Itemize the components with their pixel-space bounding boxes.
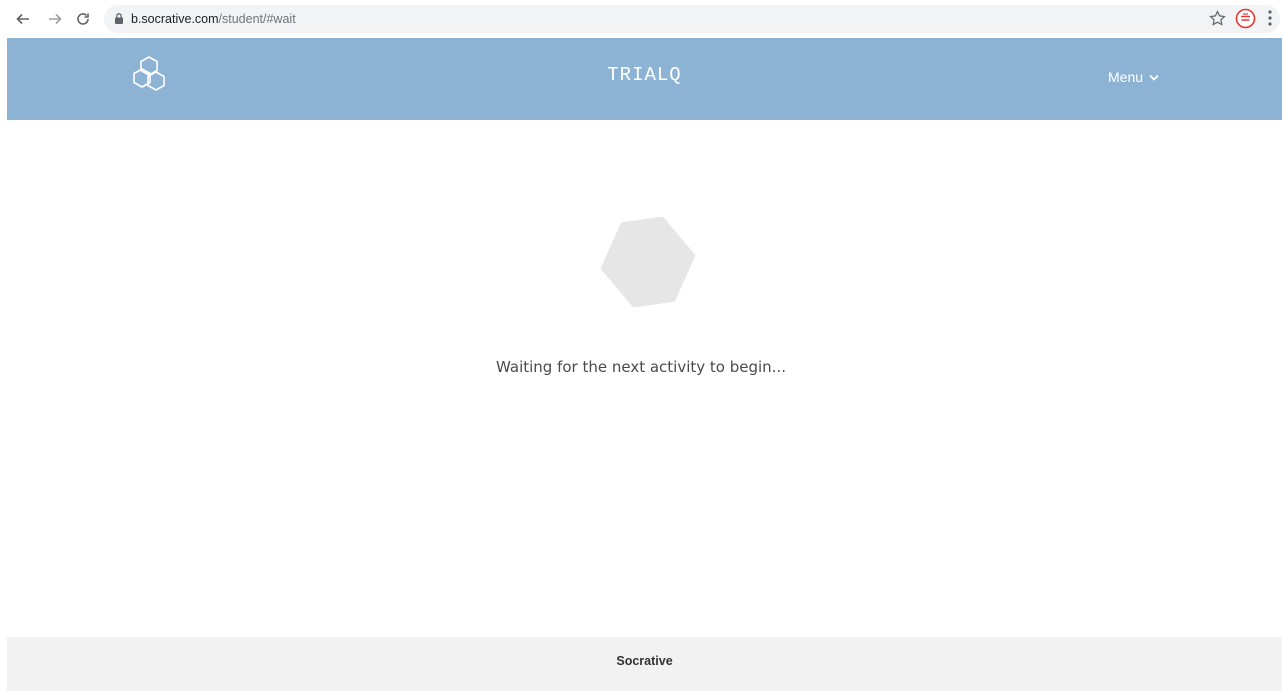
reload-icon — [77, 13, 89, 25]
url-path: /student/#wait — [218, 12, 296, 26]
browser-toolbar: b.socrative.com/student/#wait — [0, 0, 1282, 38]
forward-button[interactable] — [45, 9, 65, 29]
app-header: TRIALQ Menu — [7, 38, 1282, 120]
waiting-message: Waiting for the next activity to begin..… — [496, 358, 786, 376]
arrow-left-icon — [16, 13, 29, 25]
reload-button[interactable] — [73, 9, 93, 29]
address-bar[interactable]: b.socrative.com/student/#wait — [104, 5, 1280, 33]
back-button[interactable] — [13, 9, 33, 29]
arrow-right-icon — [49, 13, 62, 25]
room-name: TRIALQ — [607, 64, 682, 86]
lock-icon — [115, 13, 123, 24]
chevron-down-icon — [1149, 74, 1159, 81]
extension-icon[interactable] — [1235, 8, 1256, 29]
waiting-hexagon-icon — [600, 217, 696, 307]
url-host: b.socrative.com — [131, 12, 219, 26]
footer: Socrative — [7, 637, 1282, 691]
url-text: b.socrative.com/student/#wait — [131, 5, 296, 33]
kebab-menu-icon[interactable] — [1267, 9, 1273, 27]
main-content — [7, 120, 1282, 637]
menu-button[interactable]: Menu — [1108, 67, 1159, 87]
star-icon[interactable] — [1209, 10, 1226, 27]
footer-brand: Socrative — [616, 654, 673, 668]
menu-label: Menu — [1108, 69, 1144, 85]
